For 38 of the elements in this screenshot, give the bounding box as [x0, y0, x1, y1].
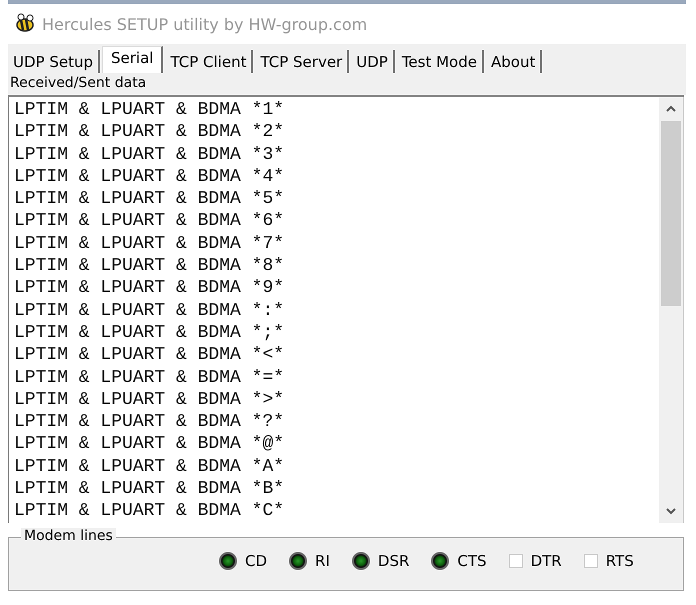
data-line: LPTIM & LPUART & BDMA *?* — [14, 411, 284, 434]
data-line: LPTIM & LPUART & BDMA *3* — [14, 144, 284, 166]
data-line: LPTIM & LPUART & BDMA *<* — [14, 344, 284, 367]
status-led-icon — [289, 552, 308, 570]
signal-label: DSR — [378, 552, 410, 570]
data-line: LPTIM & LPUART & BDMA *9* — [14, 277, 284, 300]
data-line: LPTIM & LPUART & BDMA *5* — [14, 188, 284, 210]
data-line: LPTIM & LPUART & BDMA *2* — [14, 121, 284, 144]
data-line: LPTIM & LPUART & BDMA *;* — [14, 322, 284, 344]
status-led-icon — [219, 552, 237, 570]
data-line: LPTIM & LPUART & BDMA *B* — [14, 478, 284, 500]
signal-label: CTS — [457, 552, 487, 570]
data-line: LPTIM & LPUART & BDMA *:* — [14, 300, 284, 322]
signal-label: DTR — [530, 552, 562, 570]
data-line: LPTIM & LPUART & BDMA *>* — [14, 388, 284, 412]
scroll-thumb[interactable] — [661, 121, 681, 306]
signal-label: RTS — [606, 552, 634, 570]
checkbox[interactable] — [584, 554, 598, 568]
window-title: Hercules SETUP utility by HW-group.com — [42, 14, 368, 34]
scroll-up-icon[interactable] — [665, 105, 677, 113]
tab[interactable]: Serial — [102, 46, 164, 73]
status-led-icon — [431, 552, 450, 570]
status-led-icon — [352, 552, 370, 570]
data-line: LPTIM & LPUART & BDMA *=* — [14, 366, 284, 389]
data-line: LPTIM & LPUART & BDMA *A* — [14, 456, 284, 478]
data-line: LPTIM & LPUART & BDMA *@* — [14, 433, 284, 456]
data-line: LPTIM & LPUART & BDMA *6* — [14, 210, 284, 233]
data-line: LPTIM & LPUART & BDMA *8* — [14, 255, 284, 278]
scrollbar[interactable] — [659, 97, 684, 523]
signal-label: RI — [315, 552, 330, 570]
scroll-down-icon[interactable] — [665, 507, 677, 515]
data-line: LPTIM & LPUART & BDMA *4* — [14, 166, 284, 188]
signal-label: CD — [245, 552, 268, 570]
data-line: LPTIM & LPUART & BDMA *C* — [14, 500, 284, 523]
panel-label: Received/Sent data — [9, 74, 148, 93]
data-line: LPTIM & LPUART & BDMA *7* — [14, 232, 284, 256]
checkbox[interactable] — [508, 554, 523, 568]
data-line: LPTIM & LPUART & BDMA *1* — [14, 99, 284, 122]
